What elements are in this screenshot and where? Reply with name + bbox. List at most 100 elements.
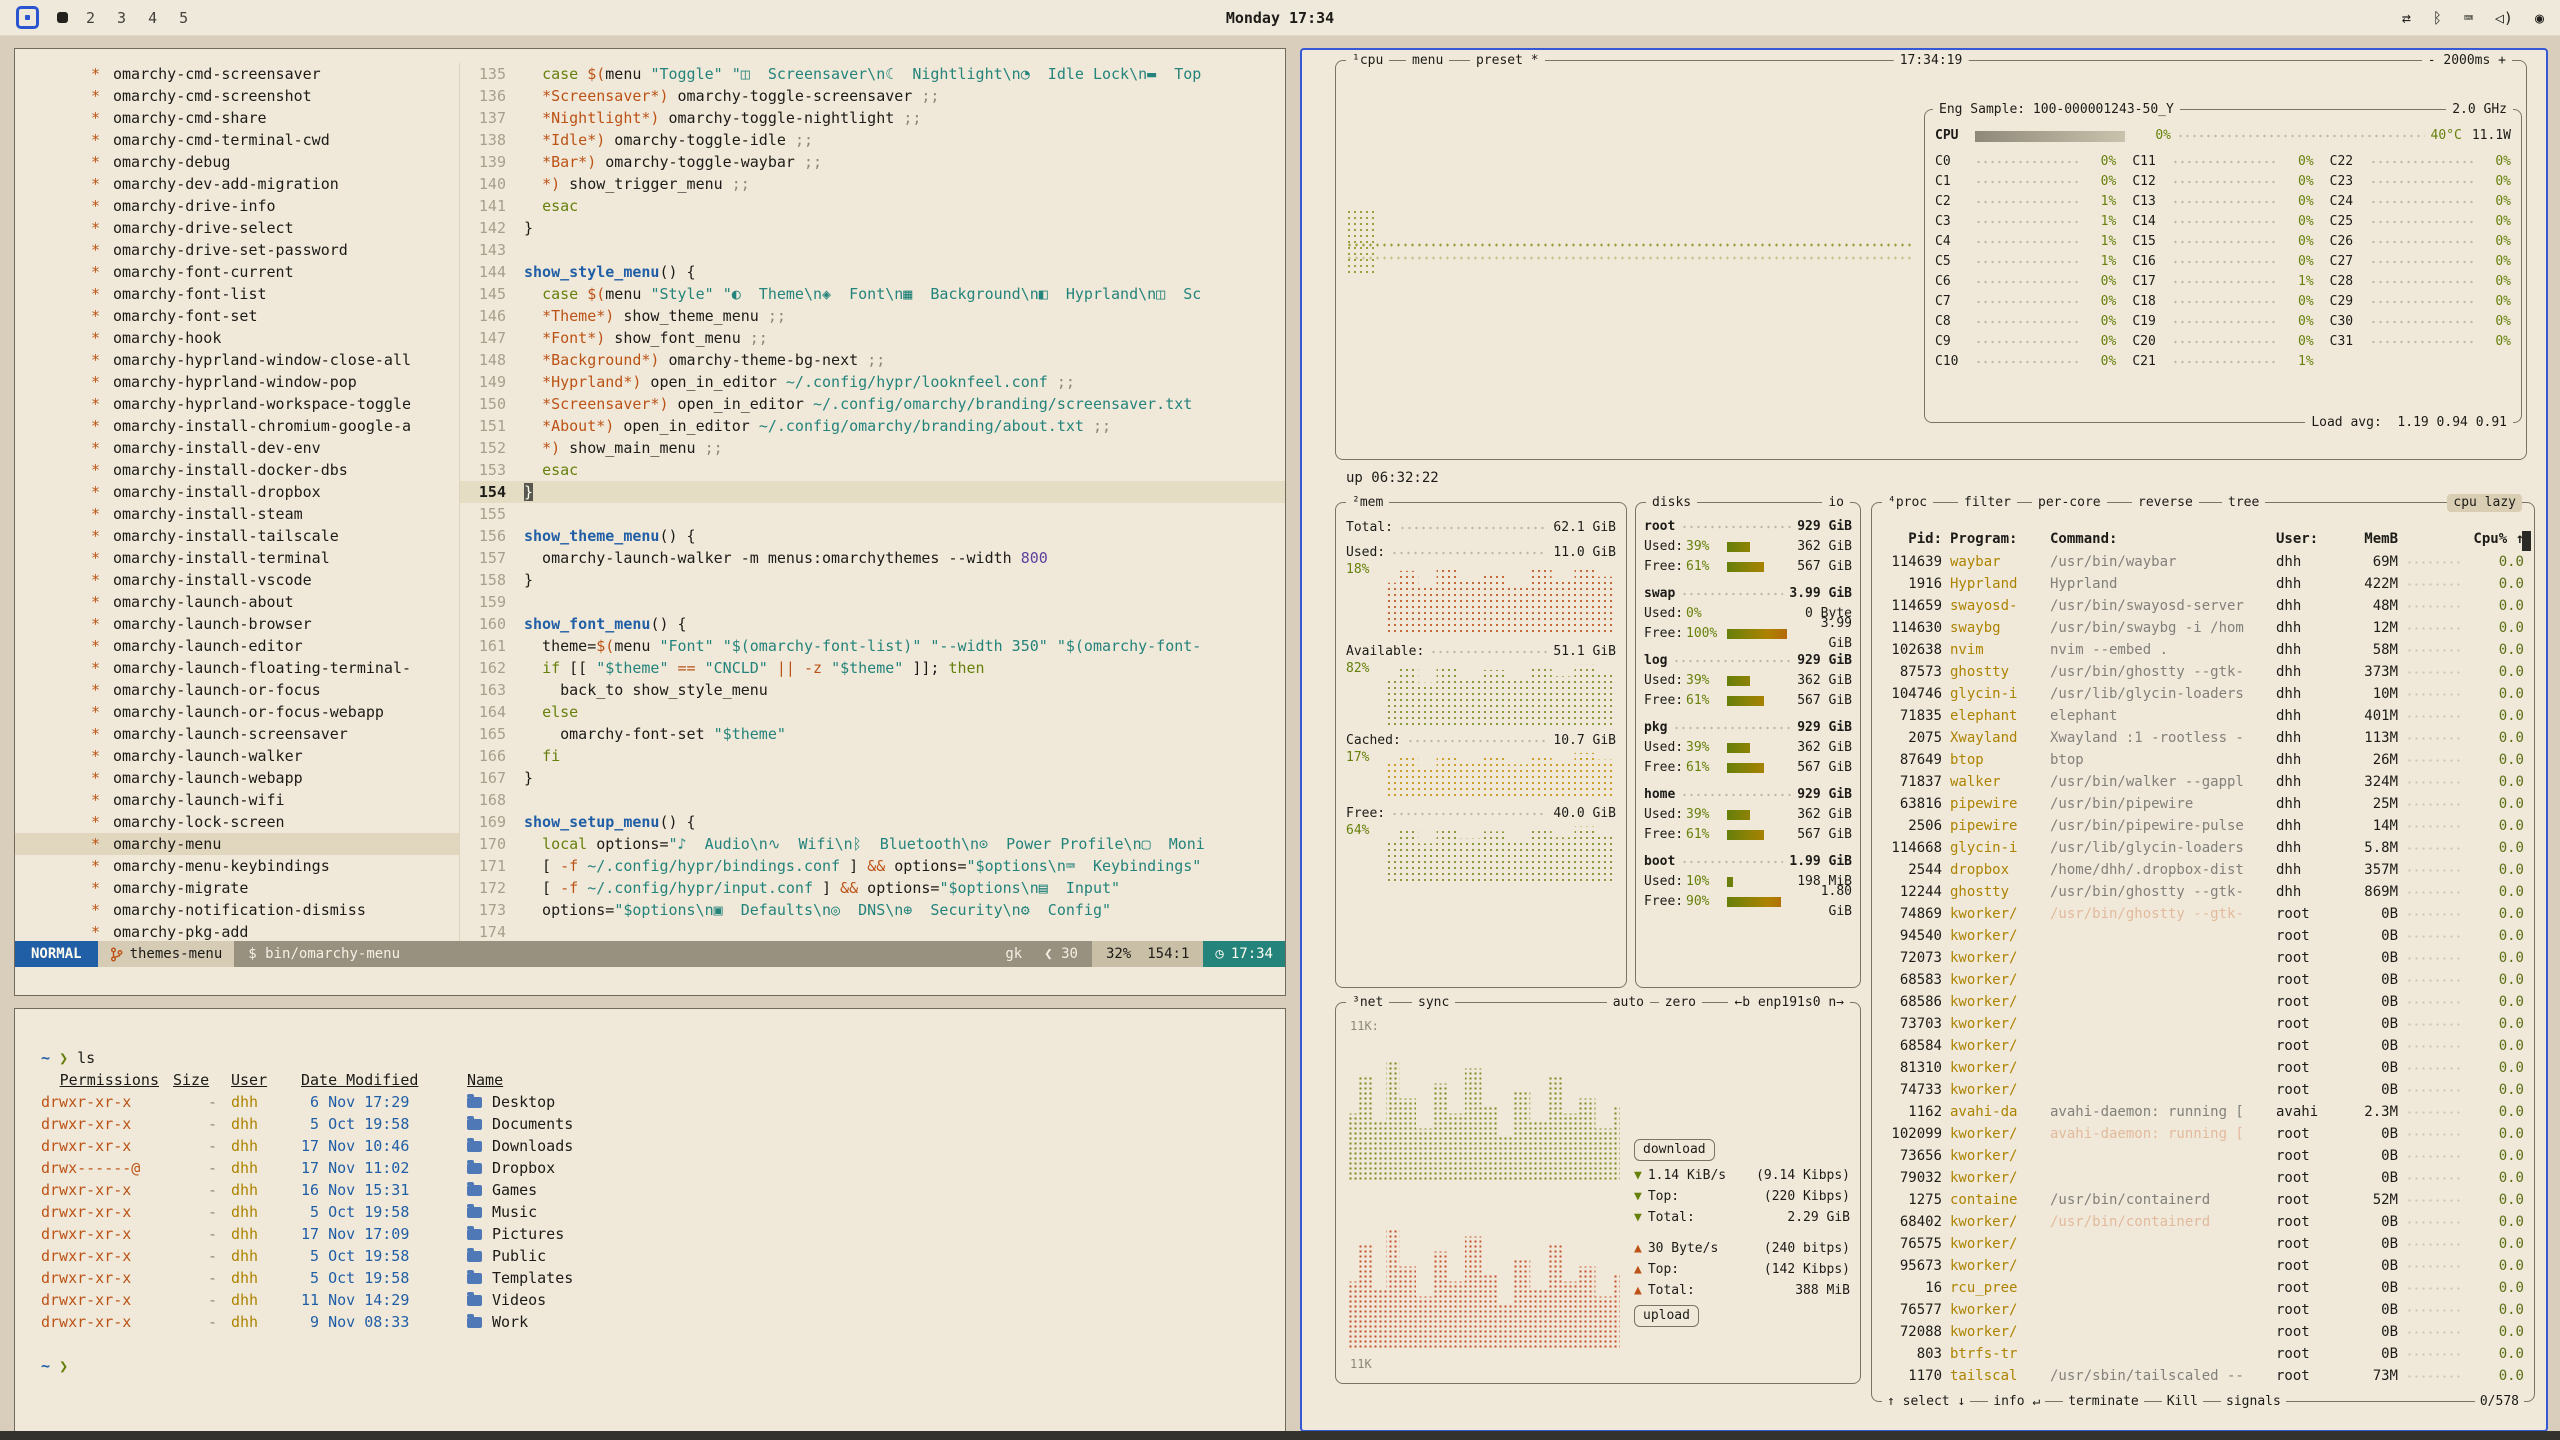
file-item[interactable]: *omarchy-font-set: [15, 305, 459, 327]
process-row[interactable]: 102099 kworker/ avahi-daemon: running [ …: [1882, 1123, 2524, 1145]
proc-box-title[interactable]: ⁴proc: [1882, 494, 1933, 512]
file-item[interactable]: *omarchy-lock-screen: [15, 811, 459, 833]
btop-window[interactable]: ¹cpu menu preset * 17:34:19 - 2000ms + E…: [1300, 48, 2548, 1432]
file-item[interactable]: *omarchy-launch-wifi: [15, 789, 459, 811]
signals-hint[interactable]: signals: [2221, 1393, 2286, 1411]
file-item[interactable]: *omarchy-dev-add-migration: [15, 173, 459, 195]
process-row[interactable]: 68584 kworker/ root 0B 0.0: [1882, 1035, 2524, 1057]
process-row[interactable]: 2506 pipewire /usr/bin/pipewire-pulse dh…: [1882, 815, 2524, 837]
process-row[interactable]: 74733 kworker/ root 0B 0.0: [1882, 1079, 2524, 1101]
process-row[interactable]: 2125 fcitx5 /usr/bin/fcitx5 dhh 30M 0.0: [1882, 1387, 2524, 1389]
net-interface-selector[interactable]: ←b enp191s0 n→: [1728, 994, 1850, 1012]
net-box-title[interactable]: ³net: [1346, 994, 1389, 1012]
process-row[interactable]: 2544 dropbox /home/dhh/.dropbox-dist dhh…: [1882, 859, 2524, 881]
file-item[interactable]: *omarchy-hook: [15, 327, 459, 349]
process-row[interactable]: 95673 kworker/ root 0B 0.0: [1882, 1255, 2524, 1277]
file-item[interactable]: *omarchy-launch-or-focus-webapp: [15, 701, 459, 723]
process-row[interactable]: 16 rcu_pree root 0B 0.0: [1882, 1277, 2524, 1299]
process-row[interactable]: 72073 kworker/ root 0B 0.0: [1882, 947, 2524, 969]
process-row[interactable]: 74869 kworker/ /usr/bin/ghostty --gtk- r…: [1882, 903, 2524, 925]
file-item[interactable]: *omarchy-drive-select: [15, 217, 459, 239]
file-item[interactable]: *omarchy-cmd-screensaver: [15, 63, 459, 85]
refresh-interval-control[interactable]: - 2000ms +: [2422, 52, 2512, 70]
screencast-icon[interactable]: ⇄: [2402, 9, 2411, 27]
process-row[interactable]: 1916 Hyprland Hyprland dhh 422M 0.0: [1882, 573, 2524, 595]
file-explorer[interactable]: *omarchy-cmd-screensaver *omarchy-cmd-sc…: [15, 63, 459, 943]
reverse-toggle[interactable]: reverse: [2132, 494, 2199, 512]
preset-button[interactable]: preset *: [1470, 52, 1545, 70]
file-item[interactable]: *omarchy-launch-webapp: [15, 767, 459, 789]
process-row[interactable]: 1275 containe /usr/bin/containerd root 5…: [1882, 1189, 2524, 1211]
tree-toggle[interactable]: tree: [2222, 494, 2265, 512]
file-item[interactable]: *omarchy-pkg-add: [15, 921, 459, 943]
file-item[interactable]: *omarchy-install-docker-dbs: [15, 459, 459, 481]
net-zero-toggle[interactable]: zero: [1659, 994, 1702, 1012]
file-item[interactable]: *omarchy-hyprland-window-close-all: [15, 349, 459, 371]
workspace-number[interactable]: 3: [117, 9, 126, 27]
disks-box-title[interactable]: disks: [1646, 494, 1697, 512]
file-item[interactable]: *omarchy-launch-browser: [15, 613, 459, 635]
keyboard-icon[interactable]: ⌨: [2464, 9, 2473, 27]
clock[interactable]: Monday 17:34: [1226, 9, 1334, 27]
per-core-toggle[interactable]: per-core: [2032, 494, 2107, 512]
process-table-header[interactable]: Pid: Program: Command: User: MemB Cpu% ↑: [1882, 527, 2524, 551]
file-item[interactable]: *omarchy-launch-about: [15, 591, 459, 613]
volume-icon[interactable]: ◁): [2495, 9, 2513, 27]
workspace-number[interactable]: 4: [148, 9, 157, 27]
file-item[interactable]: *omarchy-notification-dismiss: [15, 899, 459, 921]
neovim-window[interactable]: *omarchy-cmd-screensaver *omarchy-cmd-sc…: [14, 48, 1286, 996]
process-row[interactable]: 73656 kworker/ root 0B 0.0: [1882, 1145, 2524, 1167]
process-row[interactable]: 104746 glycin-i /usr/lib/glycin-loaders …: [1882, 683, 2524, 705]
process-row[interactable]: 114668 glycin-i /usr/lib/glycin-loaders …: [1882, 837, 2524, 859]
file-item[interactable]: *omarchy-install-terminal: [15, 547, 459, 569]
file-item[interactable]: *omarchy-install-vscode: [15, 569, 459, 591]
file-item[interactable]: *omarchy-cmd-share: [15, 107, 459, 129]
menu-button[interactable]: menu: [1406, 52, 1449, 70]
process-row[interactable]: 63816 pipewire /usr/bin/pipewire dhh 25M…: [1882, 793, 2524, 815]
process-scrollbar-thumb[interactable]: [2522, 531, 2531, 551]
file-item[interactable]: *omarchy-debug: [15, 151, 459, 173]
cpu-box-title[interactable]: ¹cpu: [1346, 52, 1389, 70]
info-hint[interactable]: info ↵: [1988, 1393, 2045, 1411]
file-item[interactable]: *omarchy-install-tailscale: [15, 525, 459, 547]
file-item[interactable]: *omarchy-drive-set-password: [15, 239, 459, 261]
process-row[interactable]: 76577 kworker/ root 0B 0.0: [1882, 1299, 2524, 1321]
net-auto-toggle[interactable]: auto: [1607, 994, 1650, 1012]
idle-inhibitor-icon[interactable]: ◉: [2535, 9, 2544, 27]
file-item[interactable]: *omarchy-menu-keybindings: [15, 855, 459, 877]
process-row[interactable]: 72088 kworker/ root 0B 0.0: [1882, 1321, 2524, 1343]
io-mode-toggle[interactable]: io: [1822, 494, 1850, 512]
terminate-hint[interactable]: terminate: [2063, 1393, 2143, 1411]
file-item[interactable]: *omarchy-launch-editor: [15, 635, 459, 657]
file-item[interactable]: *omarchy-drive-info: [15, 195, 459, 217]
process-row[interactable]: 114630 swaybg /usr/bin/swaybg -i /hom dh…: [1882, 617, 2524, 639]
file-item[interactable]: *omarchy-font-current: [15, 261, 459, 283]
file-item[interactable]: *omarchy-install-steam: [15, 503, 459, 525]
file-item[interactable]: *omarchy-cmd-screenshot: [15, 85, 459, 107]
workspace-number[interactable]: 5: [179, 9, 188, 27]
file-item[interactable]: *omarchy-launch-or-focus: [15, 679, 459, 701]
process-row[interactable]: 68586 kworker/ root 0B 0.0: [1882, 991, 2524, 1013]
process-row[interactable]: 79032 kworker/ root 0B 0.0: [1882, 1167, 2524, 1189]
process-row[interactable]: 81310 kworker/ root 0B 0.0: [1882, 1057, 2524, 1079]
workspace-dot-indicator[interactable]: [57, 12, 68, 23]
select-hint[interactable]: ↑ select ↓: [1882, 1393, 1970, 1411]
sort-selector[interactable]: cpu lazy: [2447, 494, 2522, 512]
process-row[interactable]: 71837 walker /usr/bin/walker --gappl dhh…: [1882, 771, 2524, 793]
terminal-window[interactable]: ~ ❯ ls PermissionsSizeUserDate ModifiedN…: [14, 1008, 1286, 1432]
process-row[interactable]: 94540 kworker/ root 0B 0.0: [1882, 925, 2524, 947]
process-row[interactable]: 68583 kworker/ root 0B 0.0: [1882, 969, 2524, 991]
file-item[interactable]: *omarchy-font-list: [15, 283, 459, 305]
process-row[interactable]: 87573 ghostty /usr/bin/ghostty --gtk- dh…: [1882, 661, 2524, 683]
mem-box-title[interactable]: ²mem: [1346, 494, 1389, 512]
workspace-number[interactable]: 2: [86, 9, 95, 27]
file-item[interactable]: *omarchy-migrate: [15, 877, 459, 899]
net-sync-toggle[interactable]: sync: [1412, 994, 1455, 1012]
file-item[interactable]: *omarchy-hyprland-workspace-toggle: [15, 393, 459, 415]
file-item[interactable]: *omarchy-hyprland-window-pop: [15, 371, 459, 393]
process-row[interactable]: 1162 avahi-da avahi-daemon: running [ av…: [1882, 1101, 2524, 1123]
process-row[interactable]: 2075 Xwayland Xwayland :1 -rootless - dh…: [1882, 727, 2524, 749]
process-row[interactable]: 102638 nvim nvim --embed . dhh 58M 0.0: [1882, 639, 2524, 661]
bluetooth-icon[interactable]: ᛒ: [2433, 9, 2442, 27]
process-row[interactable]: 76575 kworker/ root 0B 0.0: [1882, 1233, 2524, 1255]
